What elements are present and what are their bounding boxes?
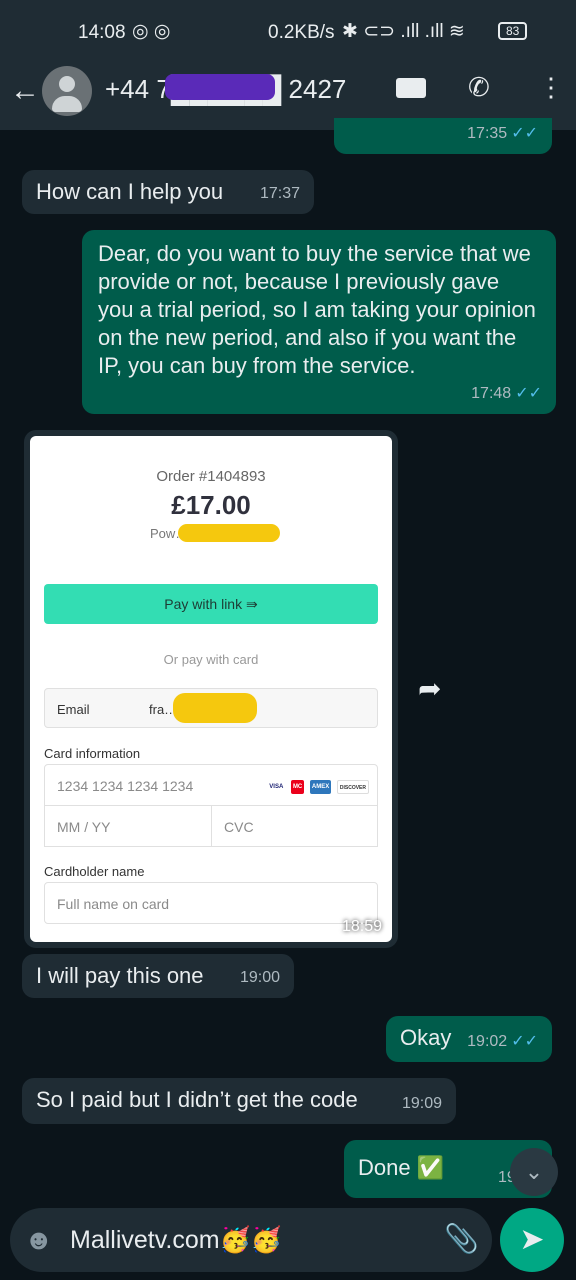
emoji-icon[interactable]: ☻ (24, 1224, 53, 1256)
instagram-icon: ◎ ◎ (132, 21, 171, 42)
video-call-icon[interactable] (396, 78, 426, 98)
battery-icon: 83 (498, 22, 528, 40)
message-input[interactable]: ☻ Mallivetv.com🥳🥳 📎 (10, 1208, 492, 1272)
email-field[interactable]: Email fra…ail.com (44, 688, 378, 728)
mastercard-logo: MC (290, 779, 305, 794)
cvc-field[interactable]: CVC (211, 805, 378, 847)
send-button[interactable]: ➤ (500, 1208, 564, 1272)
bluetooth-icon: ✱ ⊂⊃ .ıll .ıll ≋ (342, 21, 465, 42)
message-out[interactable]: Dear, do you want to buy the service tha… (82, 230, 556, 414)
pay-with-link-button[interactable]: Pay with link ⇛ (44, 584, 378, 624)
checkout-screenshot[interactable]: Order #1404893 £17.00 Pow… Pay with link… (30, 436, 392, 942)
message-out[interactable]: 17:35 ✓✓ (334, 118, 552, 154)
divider-text: Or pay with card (163, 652, 259, 667)
cardholder-field[interactable]: Full name on card (44, 882, 378, 924)
attach-icon[interactable]: 📎 (444, 1222, 479, 1255)
card-number-field[interactable]: 1234 1234 1234 1234 VISA MC AMEX DISCOVE… (44, 764, 378, 806)
expiry-field[interactable]: MM / YY (44, 805, 212, 847)
redaction (178, 524, 280, 542)
amex-logo: AMEX (309, 779, 332, 794)
clock: 14:08 (78, 22, 126, 43)
status-bar: 14:08 ◎ ◎ 0.2KB/s ✱ ⊂⊃ .ıll .ıll ≋ 83 (0, 0, 576, 62)
avatar[interactable] (42, 66, 92, 116)
message-out[interactable]: Okay 19:02 ✓✓ (386, 1016, 552, 1062)
visa-logo: VISA (269, 783, 284, 790)
cardholder-label: Cardholder name (44, 864, 145, 879)
order-amount: £17.00 (171, 490, 251, 520)
redaction (165, 74, 275, 100)
message-in[interactable]: I will pay this one 19:00 (22, 954, 294, 998)
message-in[interactable]: How can I help you 17:37 (22, 170, 314, 214)
more-options-icon[interactable]: ⋮ (538, 72, 564, 103)
message-text[interactable]: Mallivetv.com🥳🥳 (70, 1226, 282, 1255)
card-info-label: Card information (44, 746, 141, 761)
message-in[interactable]: So I paid but I didn’t get the code 19:09 (22, 1078, 456, 1124)
back-arrow-icon[interactable]: ← (10, 74, 40, 108)
card-brands: VISA MC AMEX DISCOVER (265, 778, 369, 794)
timestamp: 18:59 (341, 918, 382, 935)
forward-icon[interactable]: ➦ (418, 672, 441, 705)
discover-logo: DISCOVER (336, 779, 369, 794)
order-number: Order #1404893 (156, 468, 266, 485)
phone-icon[interactable]: ✆ (468, 72, 490, 103)
scroll-down-button[interactable]: ⌄ (510, 1148, 558, 1196)
network-speed: 0.2KB/s (268, 22, 335, 43)
